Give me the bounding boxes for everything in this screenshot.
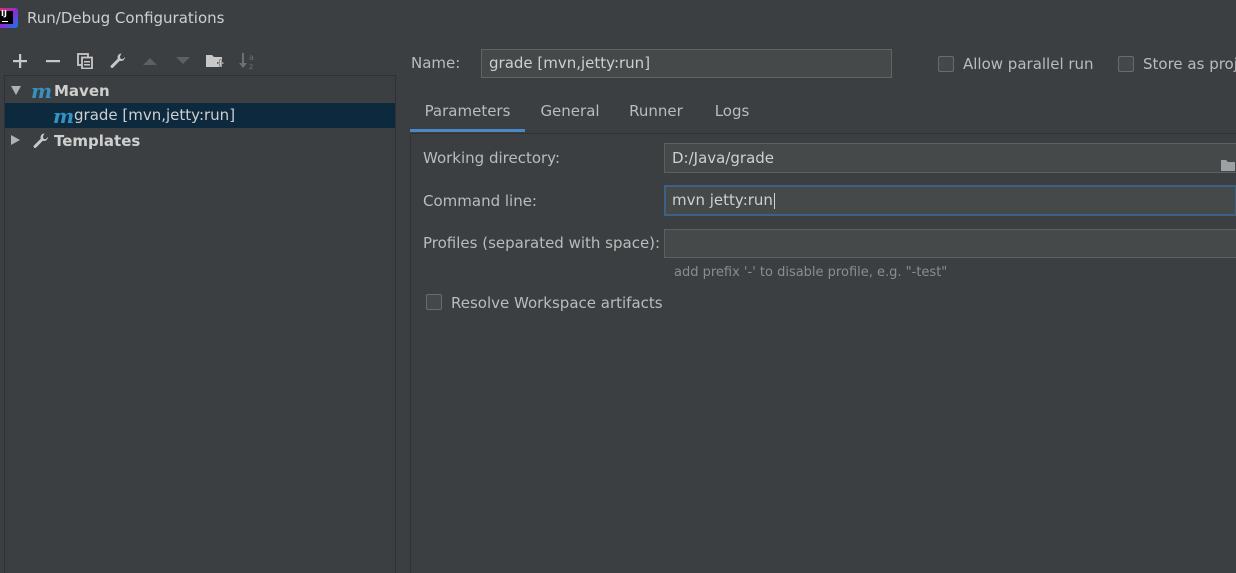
tab-parameters[interactable]: Parameters — [410, 95, 525, 132]
text-caret — [773, 192, 775, 209]
copy-icon[interactable] — [74, 50, 96, 72]
arrow-up-icon — [139, 50, 161, 72]
resolve-workspace-artifacts-label: Resolve Workspace artifacts — [451, 294, 663, 312]
svg-text:z: z — [249, 62, 253, 70]
profiles-hint: add prefix '-' to disable profile, e.g. … — [674, 265, 948, 280]
working-directory-field[interactable]: D:/Java/grade — [664, 143, 1236, 173]
tab-logs[interactable]: Logs — [701, 95, 763, 132]
svg-text:a: a — [249, 53, 254, 62]
folder-add-icon[interactable] — [204, 50, 226, 72]
working-directory-label: Working directory: — [423, 149, 561, 167]
wrench-icon — [32, 132, 50, 154]
command-line-field[interactable]: mvn jetty:run — [664, 185, 1236, 216]
window-title: Run/Debug Configurations — [27, 9, 225, 27]
expand-arrow-icon[interactable] — [11, 86, 21, 95]
tree-label-grade-config: grade [mvn,jetty:run] — [74, 106, 236, 124]
name-label: Name: — [411, 54, 461, 72]
store-as-project-file-label: Store as proj — [1143, 55, 1236, 73]
maven-icon: m — [31, 79, 53, 103]
run-debug-configurations-dialog: Run/Debug Configurations az — [0, 0, 1236, 573]
tree-node-templates[interactable]: Templates — [5, 128, 395, 153]
command-line-label: Command line: — [423, 192, 537, 210]
resolve-workspace-artifacts-checkbox[interactable] — [426, 294, 442, 310]
tab-general[interactable]: General — [529, 95, 611, 132]
allow-parallel-run-checkbox[interactable] — [938, 56, 954, 72]
sort-alpha-icon: az — [237, 50, 259, 72]
minus-icon[interactable] — [42, 50, 64, 72]
plus-icon[interactable] — [9, 50, 31, 72]
maven-icon: m — [53, 104, 75, 128]
tab-runner[interactable]: Runner — [617, 95, 695, 132]
allow-parallel-run-label: Allow parallel run — [963, 55, 1094, 73]
arrow-down-icon — [172, 50, 194, 72]
config-toolbar: az — [0, 46, 395, 74]
intellij-app-icon — [0, 8, 18, 28]
browse-folder-icon[interactable] — [1220, 153, 1236, 172]
parameters-panel: Working directory: D:/Java/grade Command… — [410, 134, 1236, 573]
collapse-arrow-icon[interactable] — [11, 135, 20, 145]
working-directory-value: D:/Java/grade — [672, 149, 775, 167]
command-line-value: mvn jetty:run — [672, 191, 773, 209]
title-bar: Run/Debug Configurations — [0, 0, 1236, 38]
tree-label-templates: Templates — [54, 132, 141, 150]
wrench-icon[interactable] — [107, 50, 129, 72]
tree-label-maven: Maven — [54, 82, 110, 100]
store-as-project-file-checkbox[interactable] — [1118, 56, 1134, 72]
profiles-label: Profiles (separated with space): — [423, 234, 661, 252]
name-field[interactable]: grade [mvn,jetty:run] — [481, 49, 892, 78]
tree-node-grade-config[interactable]: m grade [mvn,jetty:run] — [5, 103, 395, 128]
configuration-tree: m Maven m grade [mvn,jetty:run] Template… — [4, 75, 396, 573]
profiles-field[interactable] — [664, 229, 1236, 258]
tree-node-maven[interactable]: m Maven — [5, 78, 395, 103]
config-tabs: Parameters General Runner Logs — [410, 95, 1236, 134]
